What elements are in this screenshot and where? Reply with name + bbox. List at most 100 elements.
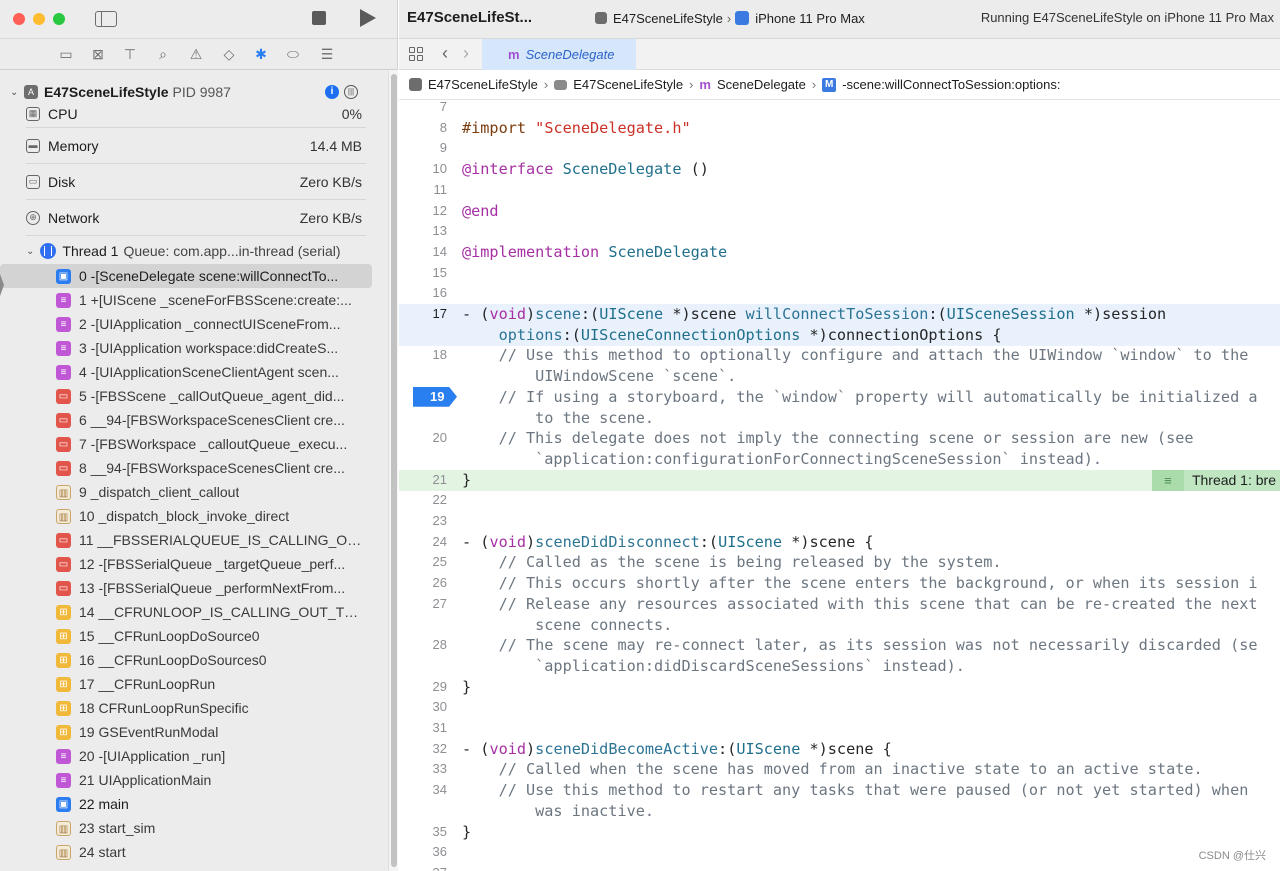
stack-frame-row[interactable]: ▥ 9 _dispatch_client_callout xyxy=(0,480,388,504)
debug-icon[interactable]: ✱ xyxy=(252,45,270,63)
code-line[interactable]: 18 // Use this method to optionally conf… xyxy=(399,345,1280,366)
breadcrumb-method[interactable]: -scene:willConnectToSession:options: xyxy=(842,77,1060,92)
code-line[interactable]: options:(UISceneConnectionOptions *)conn… xyxy=(399,324,1280,346)
forward-icon[interactable]: › xyxy=(463,43,469,64)
thread-breakpoint-badge[interactable]: ≡ Thread 1: bre xyxy=(1151,469,1280,491)
source-control-icon[interactable]: ⊠ xyxy=(89,45,107,63)
stack-frame-row[interactable]: ⊞ 14 __CFRUNLOOP_IS_CALLING_OUT_TO... xyxy=(0,600,388,624)
back-icon[interactable]: ‹ xyxy=(442,43,448,64)
stack-frame-row[interactable]: ▭ 11 __FBSSERIALQUEUE_IS_CALLING_OU... xyxy=(0,528,388,552)
code-line[interactable]: 29} xyxy=(399,677,1280,698)
code-line[interactable]: 27 // Release any resources associated w… xyxy=(399,594,1280,615)
code-line[interactable]: 15 xyxy=(399,263,1280,284)
source-editor[interactable]: 7 8 #import "SceneDelegate.h" 9 10 @interface… xyxy=(399,100,1280,871)
stack-frame-row[interactable]: ▭ 8 __94-[FBSWorkspaceScenesClient cre... xyxy=(0,456,388,480)
stack-frame-row[interactable]: ≡ 4 -[UIApplicationSceneClientAgent scen.… xyxy=(0,360,388,384)
device-name[interactable]: iPhone 11 Pro Max xyxy=(755,11,865,26)
sidebar-toggle-icon[interactable] xyxy=(95,11,117,27)
code-line[interactable]: 32 - (void)sceneDidBecomeActive:(UIScene … xyxy=(399,739,1280,760)
breadcrumb-project[interactable]: E47SceneLifeStyle xyxy=(428,77,538,92)
report-icon[interactable]: ☰ xyxy=(318,45,336,63)
code-line[interactable]: 37 xyxy=(399,863,1280,871)
stack-frame-row[interactable]: ≡ 21 UIApplicationMain xyxy=(0,768,388,792)
stack-frame-row[interactable]: ≡ 2 -[UIApplication _connectUISceneFrom..… xyxy=(0,312,388,336)
gauge-network[interactable]: ⊕ Network Zero KB/s xyxy=(26,200,366,236)
stack-frame-row[interactable]: ▭ 13 -[FBSSerialQueue _performNextFrom... xyxy=(0,576,388,600)
code-line[interactable]: 34 // Use this method to restart any tas… xyxy=(399,780,1280,801)
chevron-down-icon[interactable]: ⌄ xyxy=(26,246,34,257)
code-line[interactable]: 14 @implementation SceneDelegate xyxy=(399,242,1280,263)
code-line[interactable]: 28 // The scene may re-connect later, as… xyxy=(399,635,1280,656)
code-line[interactable]: `application:configurationForConnectingS… xyxy=(399,449,1280,470)
stop-button[interactable] xyxy=(312,11,326,25)
run-button[interactable] xyxy=(360,9,376,27)
code-line[interactable]: 10 @interface SceneDelegate () xyxy=(399,159,1280,180)
stack-frame-row[interactable]: ⊞ 19 GSEventRunModal xyxy=(0,720,388,744)
search-icon[interactable]: ⌕ xyxy=(154,45,172,63)
navigator-scrollbar[interactable] xyxy=(388,70,398,871)
scrollbar-thumb[interactable] xyxy=(391,74,397,867)
scheme-name[interactable]: E47SceneLifeStyle xyxy=(613,11,723,26)
tab-scene-delegate[interactable]: m SceneDelegate xyxy=(482,39,636,70)
gauge-cpu[interactable]: ▦ CPU 0% xyxy=(26,106,366,128)
code-line[interactable]: 12 @end xyxy=(399,201,1280,222)
breakpoint-marker[interactable]: 19 xyxy=(413,386,457,407)
gauge-disk[interactable]: ▭ Disk Zero KB/s xyxy=(26,164,366,200)
code-line[interactable]: 7 xyxy=(399,100,1280,118)
code-line[interactable]: 9 xyxy=(399,138,1280,159)
code-line[interactable]: 23 xyxy=(399,511,1280,532)
info-icon[interactable]: i xyxy=(325,85,339,99)
code-line[interactable]: UIWindowScene `scene`. xyxy=(399,366,1280,387)
minimize-window-button[interactable] xyxy=(33,13,45,25)
stack-frame-row[interactable]: ⊞ 17 __CFRunLoopRun xyxy=(0,672,388,696)
stack-frame-row[interactable]: ▭ 7 -[FBSWorkspace _calloutQueue_execu... xyxy=(0,432,388,456)
code-line[interactable]: 31 xyxy=(399,718,1280,739)
threads-icon[interactable]: ||| xyxy=(344,85,358,99)
chevron-down-icon[interactable]: ⌄ xyxy=(10,87,20,98)
stack-frame-row[interactable]: ⊞ 18 CFRunLoopRunSpecific xyxy=(0,696,388,720)
code-line[interactable]: 21} ≡ Thread 1: bre xyxy=(399,469,1280,491)
thread-row[interactable]: ⌄ Thread 1 Queue: com.app...in-thread (s… xyxy=(0,238,388,264)
stack-frame-row[interactable]: ▥ 10 _dispatch_block_invoke_direct xyxy=(0,504,388,528)
stack-frame-row[interactable]: ▣ 0 -[SceneDelegate scene:willConnectTo..… xyxy=(0,264,372,288)
stack-frame-row[interactable]: ▥ 23 start_sim xyxy=(0,816,388,840)
code-line[interactable]: 8 #import "SceneDelegate.h" xyxy=(399,118,1280,139)
breakpoint-icon[interactable]: ⬭ xyxy=(284,45,302,63)
stack-frame-row[interactable]: ▭ 5 -[FBSScene _callOutQueue_agent_did... xyxy=(0,384,388,408)
code-line[interactable]: 30 xyxy=(399,697,1280,718)
breadcrumb-group[interactable]: E47SceneLifeStyle xyxy=(573,77,683,92)
hierarchy-icon[interactable]: ⊤ xyxy=(121,45,139,63)
code-line[interactable]: `application:didDiscardSceneSessions` in… xyxy=(399,656,1280,677)
stack-frame-row[interactable]: ≡ 20 -[UIApplication _run] xyxy=(0,744,388,768)
code-line[interactable]: 36 xyxy=(399,842,1280,863)
code-line[interactable]: 19 // If using a storyboard, the `window… xyxy=(399,386,1280,408)
gauge-memory[interactable]: ▬ Memory 14.4 MB xyxy=(26,128,366,164)
stack-frame-row[interactable]: ≡ 1 +[UIScene _sceneForFBSScene:create:..… xyxy=(0,288,388,312)
stack-frame-row[interactable]: ≡ 3 -[UIApplication workspace:didCreateS.… xyxy=(0,336,388,360)
code-line[interactable]: 26 // This occurs shortly after the scen… xyxy=(399,573,1280,594)
stack-frame-row[interactable]: ⊞ 15 __CFRunLoopDoSource0 xyxy=(0,624,388,648)
code-line[interactable]: 11 xyxy=(399,180,1280,201)
code-line[interactable]: to the scene. xyxy=(399,408,1280,429)
code-line[interactable]: was inactive. xyxy=(399,801,1280,822)
scheme-selector[interactable]: E47SceneLifeStyle › iPhone 11 Pro Max xyxy=(589,7,871,29)
code-line[interactable]: 35} xyxy=(399,822,1280,843)
code-line[interactable]: 33 // Called when the scene has moved fr… xyxy=(399,759,1280,780)
test-icon[interactable]: ◇ xyxy=(220,45,238,63)
code-line[interactable]: 22 xyxy=(399,490,1280,511)
stack-frame-row[interactable]: ▭ 12 -[FBSSerialQueue _targetQueue_perf..… xyxy=(0,552,388,576)
code-line[interactable]: 16 xyxy=(399,283,1280,304)
code-line[interactable]: 20 // This delegate does not imply the c… xyxy=(399,428,1280,449)
folder-icon[interactable]: ▭ xyxy=(57,45,75,63)
stack-frame-row[interactable]: ▣ 22 main xyxy=(0,792,388,816)
stack-frame-row[interactable]: ⊞ 16 __CFRunLoopDoSources0 xyxy=(0,648,388,672)
close-window-button[interactable] xyxy=(13,13,25,25)
code-line[interactable]: 24 - (void)sceneDidDisconnect:(UIScene *)… xyxy=(399,532,1280,553)
zoom-window-button[interactable] xyxy=(53,13,65,25)
breadcrumb-file[interactable]: SceneDelegate xyxy=(717,77,806,92)
code-line[interactable]: 25 // Called as the scene is being relea… xyxy=(399,552,1280,573)
related-items-icon[interactable] xyxy=(409,47,423,61)
stack-frame-row[interactable]: ▭ 6 __94-[FBSWorkspaceScenesClient cre... xyxy=(0,408,388,432)
process-row[interactable]: ⌄ A E47SceneLifeStyle PID 9987 i ||| xyxy=(0,78,388,106)
code-line[interactable]: scene connects. xyxy=(399,615,1280,636)
